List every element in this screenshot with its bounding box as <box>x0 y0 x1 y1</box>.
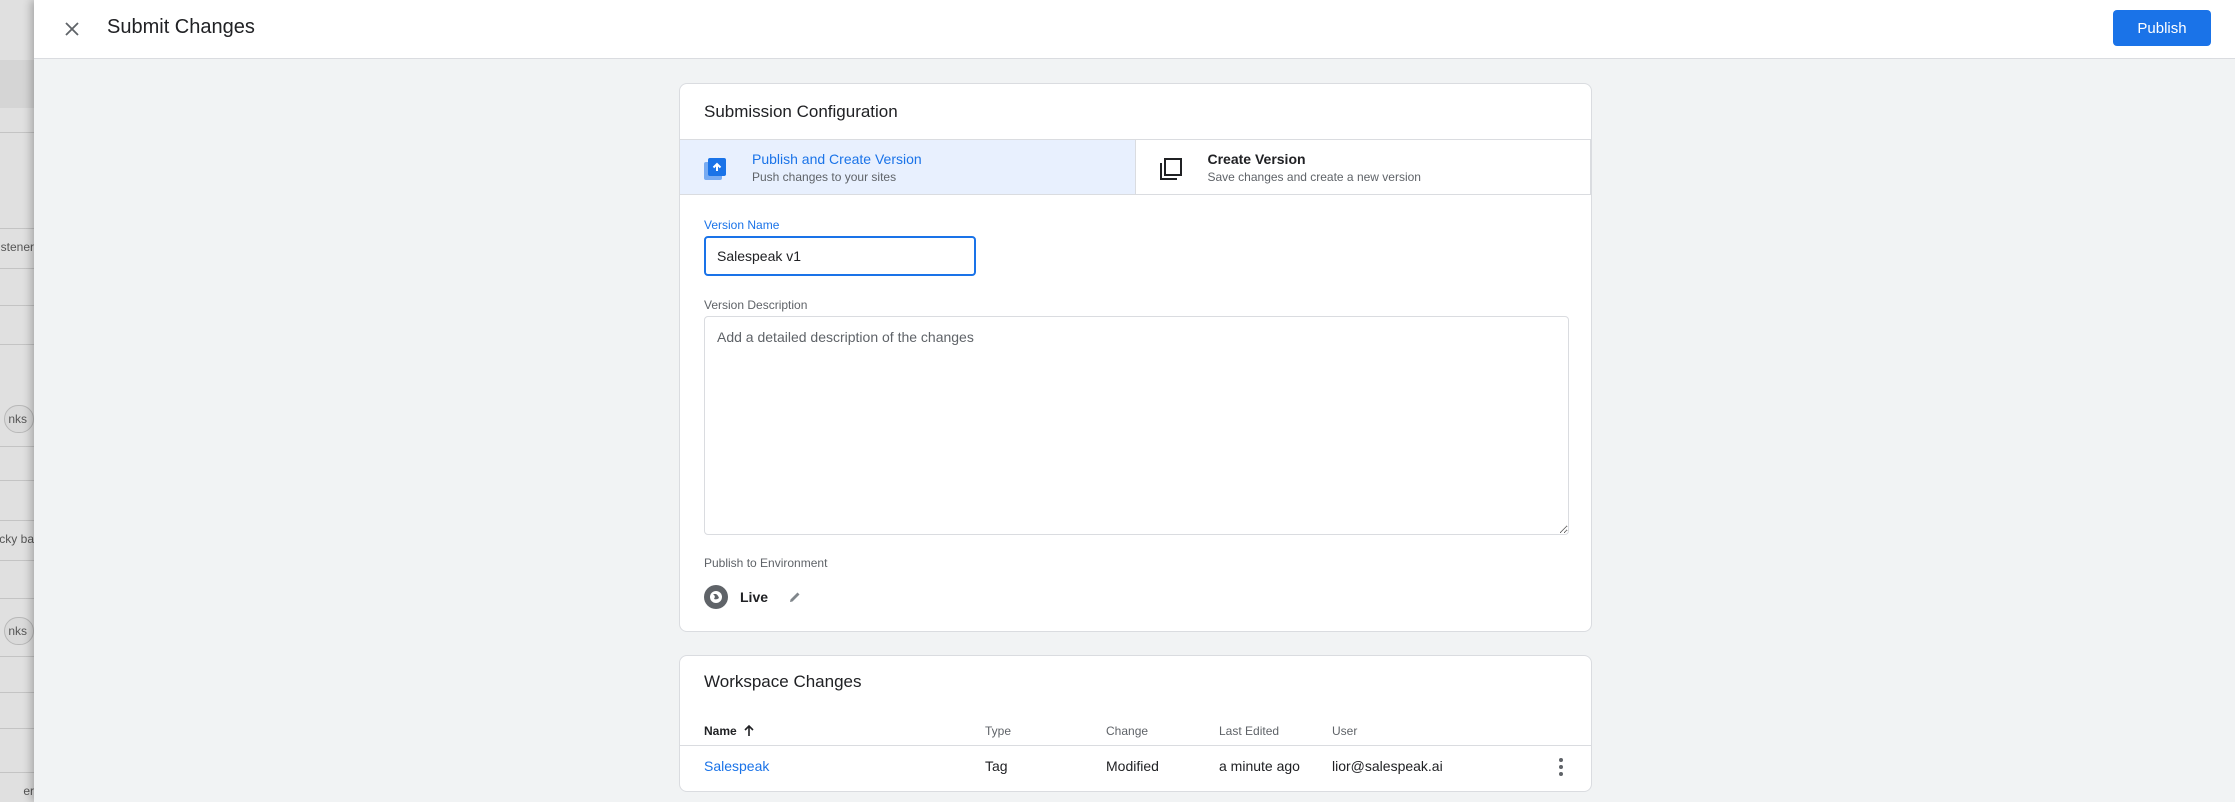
bg-divider <box>0 772 34 773</box>
environment-row: Live <box>704 584 804 610</box>
bg-divider <box>0 132 34 133</box>
copy-icon <box>1159 158 1182 180</box>
bg-divider <box>0 268 34 269</box>
bg-divider <box>0 728 34 729</box>
version-description-input[interactable] <box>704 316 1569 535</box>
bg-chip: nks <box>4 617 34 645</box>
column-header-label: Name <box>704 724 737 738</box>
row-type: Tag <box>985 758 1008 774</box>
column-header-last-edited[interactable]: Last Edited <box>1219 724 1279 738</box>
version-description-label: Version Description <box>704 298 808 312</box>
column-header-type[interactable]: Type <box>985 724 1011 738</box>
environment-name: Live <box>740 589 769 605</box>
table-header: Name Type Change Last Edited User <box>680 716 1591 746</box>
bg-divider <box>0 228 34 229</box>
close-icon <box>65 22 79 36</box>
submission-configuration-card: Submission Configuration Publish and Cre… <box>679 83 1592 632</box>
bg-divider <box>0 446 34 447</box>
version-name-input[interactable] <box>704 236 976 276</box>
card-title: Submission Configuration <box>704 102 898 121</box>
option-subtitle: Push changes to your sites <box>752 170 897 184</box>
more-vert-icon-dot <box>1559 765 1563 769</box>
bg-band <box>0 60 34 108</box>
pencil-icon <box>790 592 800 602</box>
bg-divider <box>0 480 34 481</box>
background-page: stener nks icky ba nks er <box>0 0 34 802</box>
bg-divider <box>0 692 34 693</box>
bg-chip: nks <box>4 405 34 433</box>
row-name-link[interactable]: Salespeak <box>704 758 769 774</box>
environment-globe-icon <box>704 585 728 609</box>
close-button[interactable] <box>57 14 87 44</box>
more-vert-icon-dot <box>1559 772 1563 776</box>
submit-changes-dialog: Submit Changes Publish Submission Config… <box>34 0 2235 802</box>
dialog-title: Submit Changes <box>107 16 255 38</box>
publish-button[interactable]: Publish <box>2113 10 2211 46</box>
row-change: Modified <box>1106 758 1159 774</box>
more-vert-icon-dot <box>1559 758 1563 762</box>
publish-icon <box>704 158 726 180</box>
row-more-options-button[interactable] <box>1551 756 1571 778</box>
column-header-name[interactable]: Name <box>704 724 756 738</box>
version-name-label: Version Name <box>704 218 780 232</box>
bg-text: er <box>23 784 34 798</box>
bg-divider <box>0 520 34 521</box>
environment-label: Publish to Environment <box>704 556 828 570</box>
option-subtitle: Save changes and create a new version <box>1207 170 1421 184</box>
bg-divider <box>0 560 34 561</box>
publish-and-create-version-option[interactable]: Publish and Create Version Push changes … <box>680 140 1136 194</box>
edit-environment-button[interactable] <box>786 588 804 606</box>
bg-divider <box>0 656 34 657</box>
option-label: Publish and Create Version <box>752 151 922 167</box>
table-row: Salespeak Tag Modified a minute ago lior… <box>680 746 1591 786</box>
workspace-changes-card: Workspace Changes Name Type Change Last … <box>679 655 1592 792</box>
column-header-change[interactable]: Change <box>1106 724 1148 738</box>
create-version-option[interactable]: Create Version Save changes and create a… <box>1135 140 1591 194</box>
row-last-edited: a minute ago <box>1219 758 1300 774</box>
arrow-up-icon <box>744 724 754 736</box>
bg-divider <box>0 305 34 306</box>
option-label: Create Version <box>1207 151 1306 167</box>
card-title: Workspace Changes <box>704 672 862 691</box>
bg-divider <box>0 598 34 599</box>
dialog-header: Submit Changes Publish <box>34 0 2235 59</box>
bg-divider <box>0 344 34 345</box>
bg-text: stener <box>0 240 34 254</box>
submission-type-selector: Publish and Create Version Push changes … <box>680 139 1591 195</box>
column-header-user[interactable]: User <box>1332 724 1357 738</box>
bg-text: icky ba <box>0 532 34 546</box>
row-user: lior@salespeak.ai <box>1332 758 1443 774</box>
